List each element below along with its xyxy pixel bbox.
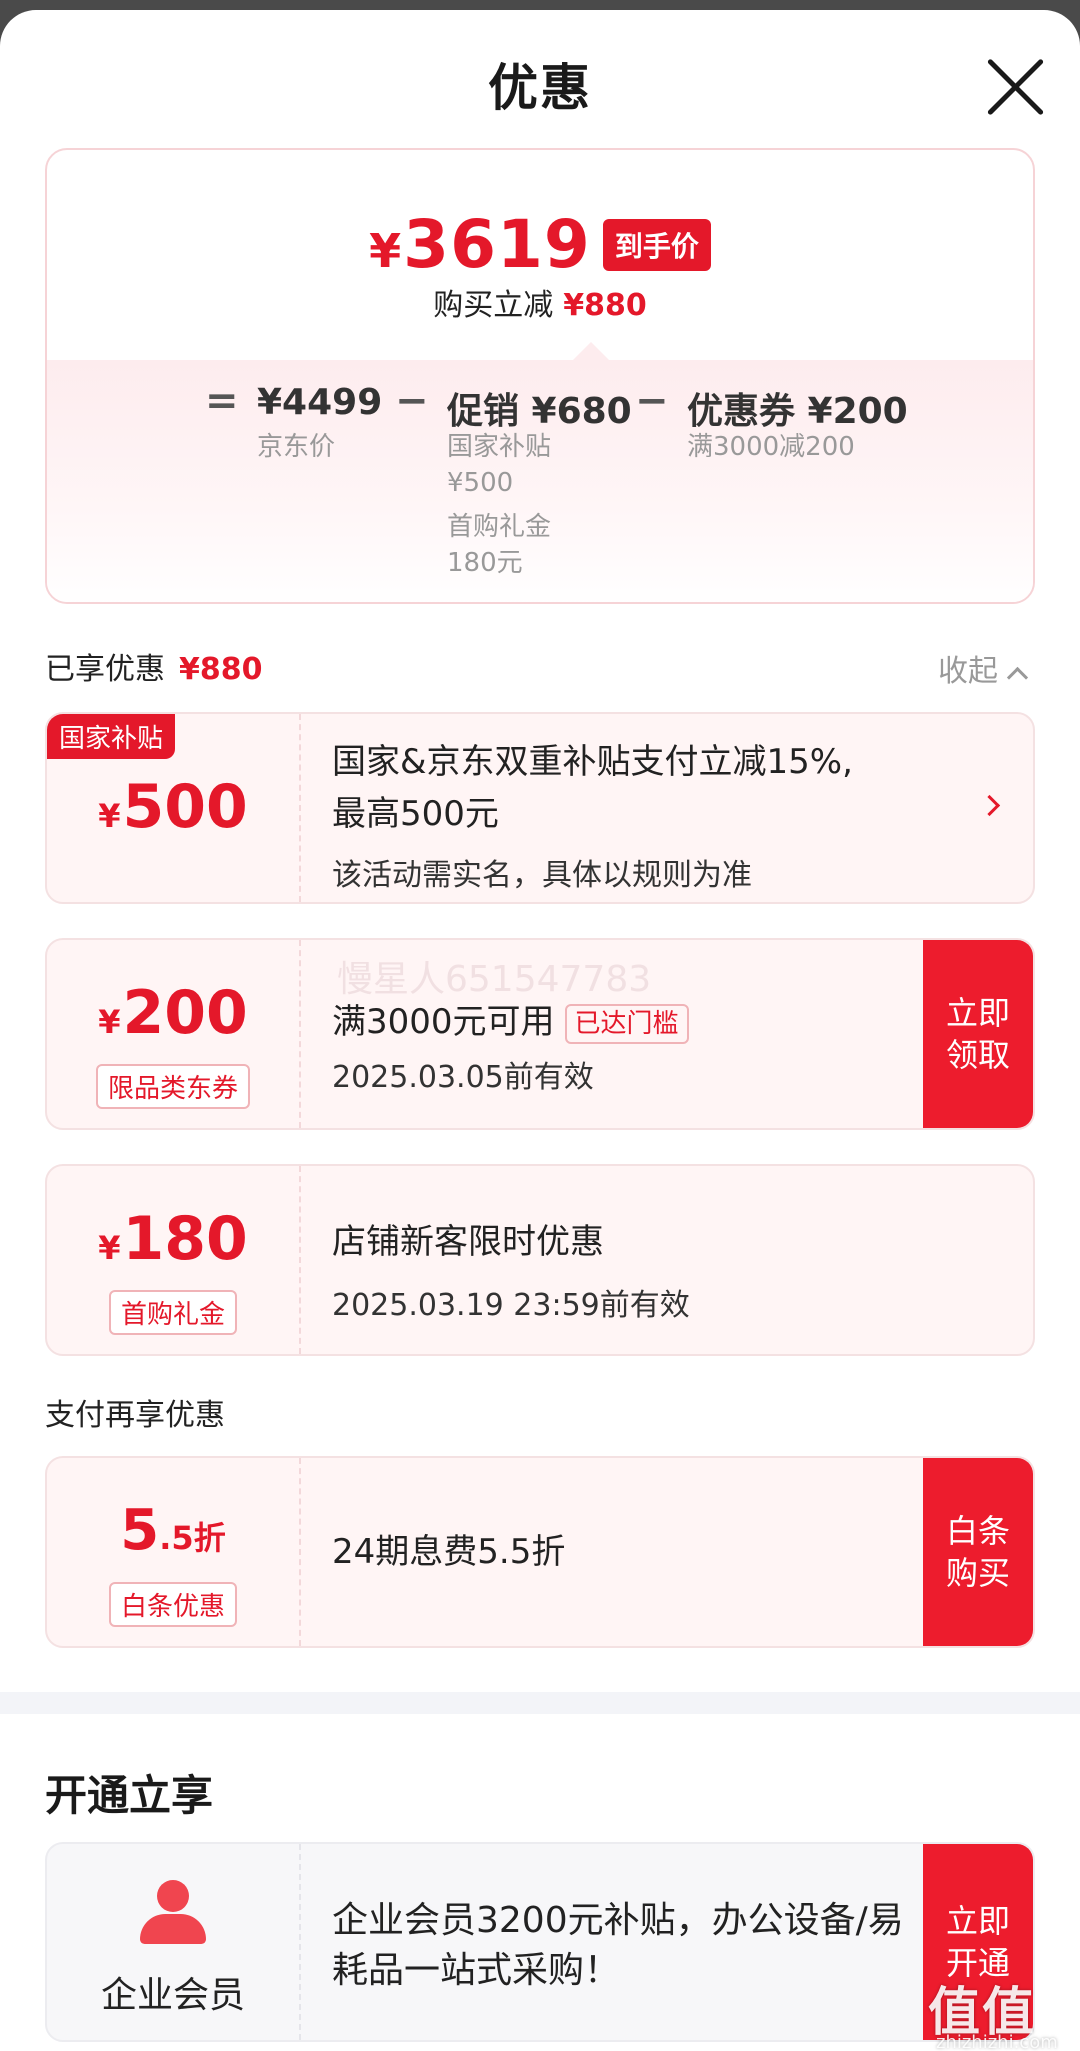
chevron-up-icon xyxy=(1006,666,1029,689)
final-price-tag: 到手价 xyxy=(602,218,711,271)
sheet-title: 优惠 xyxy=(488,59,592,117)
final-price: 3619 xyxy=(403,206,591,283)
currency-symbol: ¥ xyxy=(98,1003,121,1041)
jd-price-label: 京东价 xyxy=(257,432,336,462)
section-divider xyxy=(0,1692,1080,1714)
enjoyed-label: 已享优惠 xyxy=(45,652,165,687)
price-breakdown: = ¥4499 京东价 − 促销 ¥680 国家补贴 ¥500 首购礼金 180… xyxy=(47,378,1033,602)
sheet-header: 优惠 xyxy=(0,10,1080,160)
instant-saving: 购买立减 ¥880 xyxy=(47,280,1033,324)
equals-sign: = xyxy=(205,378,239,424)
enjoyed-header: 已享优惠 ¥880 xyxy=(45,644,263,688)
promo-amount: 500 xyxy=(122,772,248,842)
corner-tag: 国家补贴 xyxy=(47,714,176,759)
promo-card-coupon: ¥200 限品类东券 慢星人651547783 满3000元可用 已达门槛 202… xyxy=(45,938,1035,1130)
member-label: 企业会员 xyxy=(100,1975,245,2016)
member-description: 企业会员3200元补贴，办公设备/易耗品一站式采购！ xyxy=(332,1900,904,1991)
watermark: 慢星人651547783 xyxy=(337,959,652,1000)
promo-line: 国家&京东双重补贴支付立减15%, xyxy=(332,742,853,782)
promo-sub-national: 国家补贴 xyxy=(447,432,552,462)
enjoyed-amount: ¥880 xyxy=(179,652,263,687)
promo-description: 满3000元可用 已达门槛 xyxy=(332,996,689,1048)
claim-coupon-label: 立即领取 xyxy=(945,994,1010,1074)
minus-sign: − xyxy=(395,378,429,424)
claim-coupon-button[interactable]: 立即领取 xyxy=(923,940,1033,1128)
promo-value-area: 5.5折 白条优惠 xyxy=(47,1458,301,1646)
promo-line: 最高500元 xyxy=(332,794,499,834)
discount-big: 5 xyxy=(120,1498,160,1563)
price-summary-card: ¥ 3619 到手价 购买立减 ¥880 = ¥4499 京东价 − 促销 ¥68… xyxy=(45,148,1035,604)
gift-expiry: 2025.03.19 23:59前有效 xyxy=(332,1288,690,1323)
promo-sub-firstbuy: 首购礼金 xyxy=(447,512,552,542)
promo-sub-firstbuy-value: 180元 xyxy=(447,548,523,578)
person-icon xyxy=(140,1880,206,1946)
promo-sub-national-value: ¥500 xyxy=(447,468,514,498)
final-price-area: ¥ 3619 到手价 购买立减 ¥880 xyxy=(47,150,1033,350)
promo-amount: 180 xyxy=(122,1204,248,1274)
gift-type-tag: 首购礼金 xyxy=(108,1290,238,1335)
coupon-threshold: 满3000元可用 xyxy=(332,1002,555,1042)
promo-card-baitiao: 5.5折 白条优惠 24期息费5.5折 白条购买 xyxy=(45,1456,1035,1648)
threshold-reached-badge: 已达门槛 xyxy=(564,1003,689,1044)
promo-value-area: ¥200 限品类东券 xyxy=(47,940,301,1128)
site-url: zhizhizhi.com xyxy=(936,2032,1058,2051)
promo-card-national-subsidy[interactable]: 国家补贴 ¥500 国家&京东双重补贴支付立减15%, 最高500元 该活动需实… xyxy=(45,712,1035,904)
chevron-right-icon[interactable] xyxy=(978,794,1001,817)
promo-value: ¥200 xyxy=(47,978,299,1048)
minus-sign: − xyxy=(635,378,669,424)
coupon-expiry: 2025.03.05前有效 xyxy=(332,1060,594,1095)
currency-symbol: ¥ xyxy=(369,223,402,278)
saving-amount: ¥880 xyxy=(563,288,647,323)
currency-symbol: ¥ xyxy=(98,797,121,835)
pointer-notch xyxy=(573,342,609,360)
coupon-type-tag: 限品类东券 xyxy=(95,1064,251,1109)
jd-price: ¥4499 xyxy=(257,382,383,423)
coupon-sub: 满3000减200 xyxy=(687,432,855,462)
discount-sheet: 优惠 ¥ 3619 到手价 购买立减 ¥880 = ¥4499 京东价 − 促销 … xyxy=(0,10,1080,2051)
discount-small: .5折 xyxy=(159,1519,226,1557)
baitiao-buy-label: 白条购买 xyxy=(945,1512,1010,1592)
promo-value-area: 国家补贴 ¥500 xyxy=(47,714,301,902)
collapse-label: 收起 xyxy=(938,654,998,689)
discount-value: 5.5折 xyxy=(47,1498,299,1563)
open-section-title: 开通立享 xyxy=(45,1771,214,1820)
promo-value-area: ¥180 首购礼金 xyxy=(47,1166,301,1354)
promo-amount: 促销 ¥680 xyxy=(447,391,632,432)
promo-value: ¥180 xyxy=(47,1204,299,1274)
currency-symbol: ¥ xyxy=(98,1229,121,1267)
baitiao-tag: 白条优惠 xyxy=(108,1582,238,1627)
promo-description: 24期息费5.5折 xyxy=(332,1532,566,1572)
promo-description: 店铺新客限时优惠 xyxy=(332,1222,604,1262)
coupon-amount: 优惠券 ¥200 xyxy=(687,391,908,432)
pay-section-label: 支付再享优惠 xyxy=(45,1398,225,1433)
promo-amount: 200 xyxy=(122,978,248,1048)
saving-label: 购买立减 xyxy=(433,288,554,323)
close-icon[interactable] xyxy=(980,52,1050,122)
baitiao-buy-button[interactable]: 白条购买 xyxy=(923,1458,1033,1646)
promo-card-first-purchase: ¥180 首购礼金 店铺新客限时优惠 2025.03.19 23:59前有效 xyxy=(45,1164,1035,1356)
collapse-toggle[interactable]: 收起 xyxy=(938,646,1029,690)
promo-note: 该活动需实名，具体以规则为准 xyxy=(332,858,752,893)
member-icon-area: 企业会员 xyxy=(47,1844,301,2040)
promo-description: 国家&京东双重补贴支付立减15%, 最高500元 xyxy=(332,736,853,840)
enterprise-member-card: 企业会员 企业会员3200元补贴，办公设备/易耗品一站式采购！ 立即开通 xyxy=(45,1842,1035,2042)
promo-value: ¥500 xyxy=(47,772,299,842)
